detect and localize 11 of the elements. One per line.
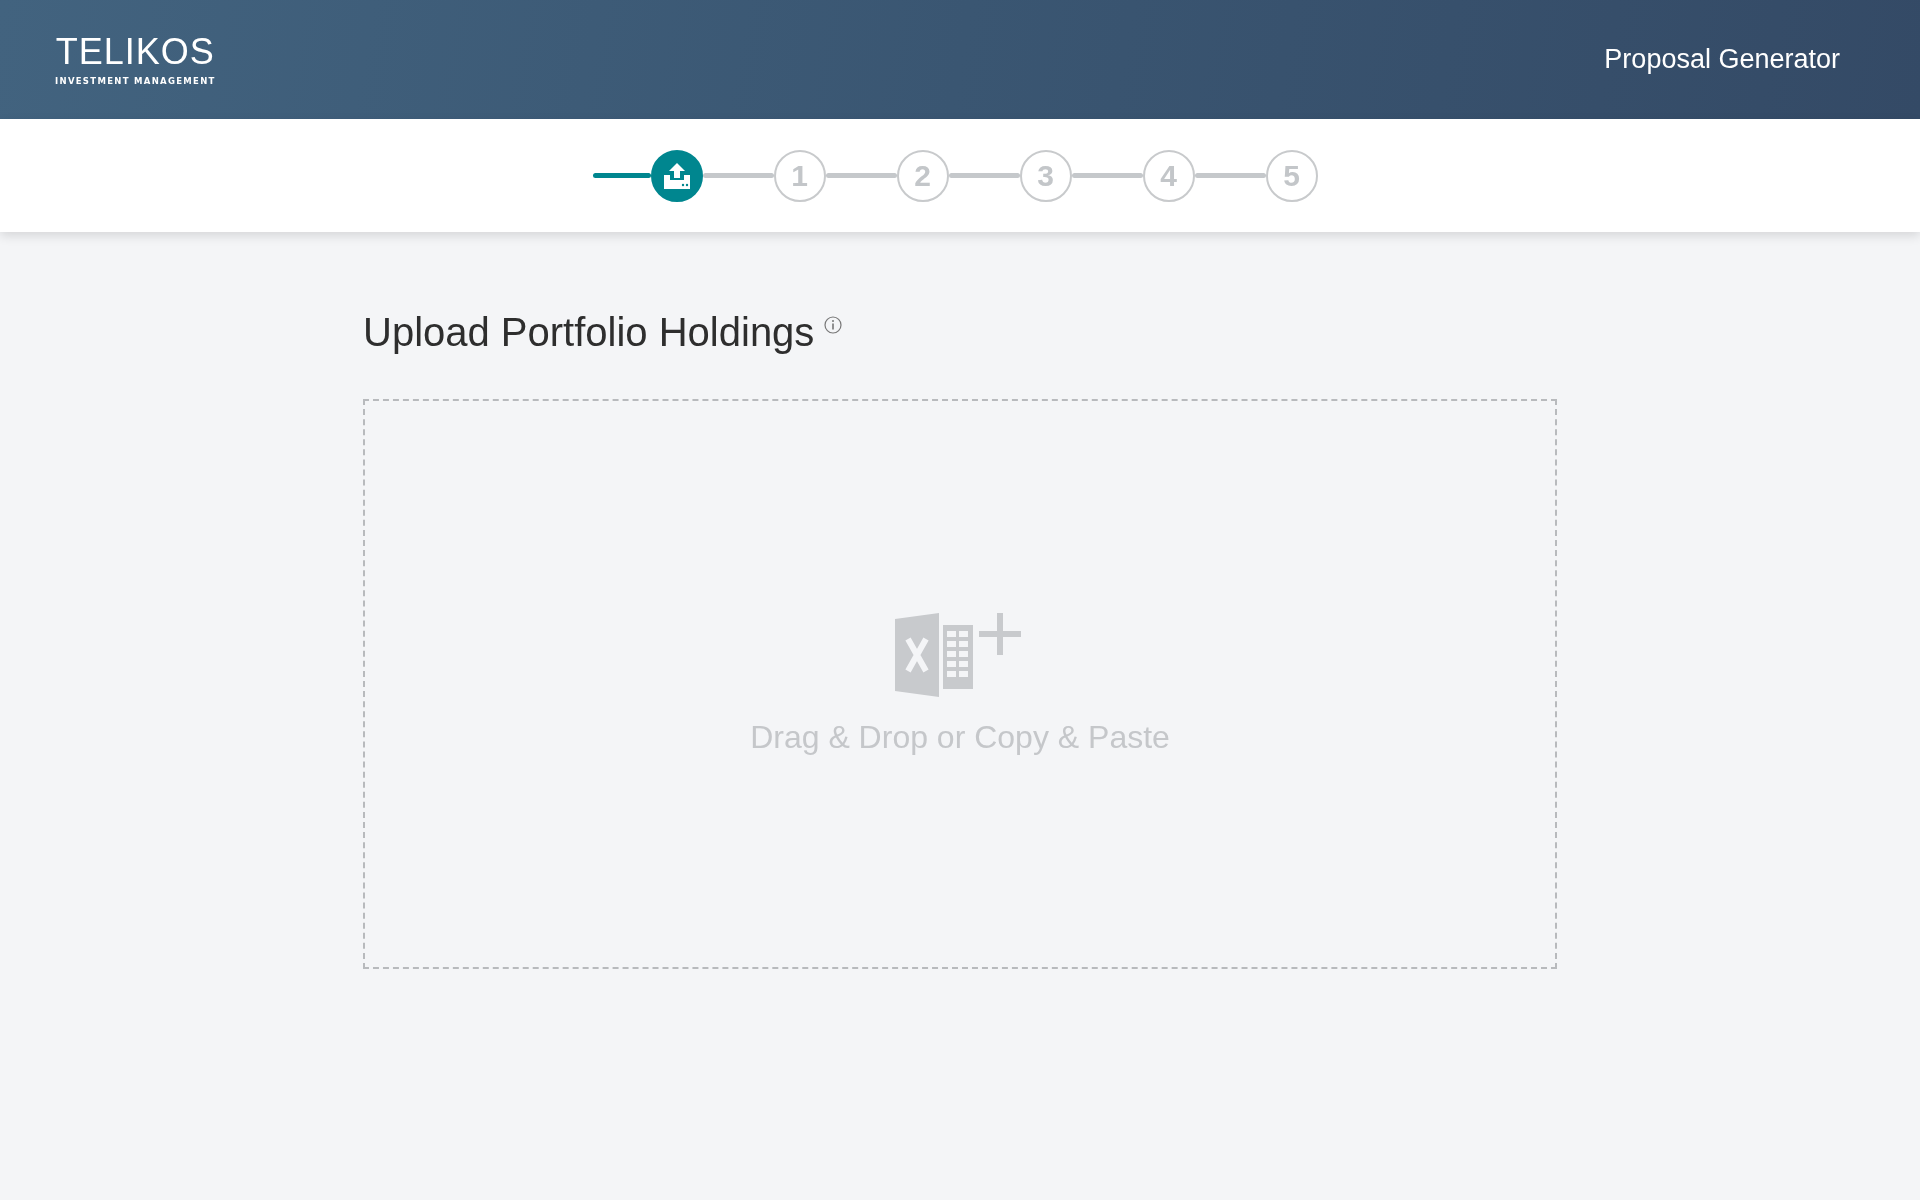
step-button[interactable]: 4	[1142, 149, 1195, 202]
logo-name: TELIKOS	[55, 33, 215, 70]
step-button[interactable]: 1	[773, 149, 826, 202]
upload-icon	[661, 161, 692, 190]
step-button[interactable]: 5	[1265, 149, 1318, 202]
app-title: Proposal Generator	[1604, 44, 1840, 75]
page-title: Upload Portfolio Holdings	[363, 310, 815, 355]
info-icon[interactable]	[824, 316, 843, 334]
step-button[interactable]: 3	[1019, 149, 1072, 202]
logo-tagline: INVESTMENT MANAGEMENT	[55, 75, 216, 86]
step-button[interactable]: 2	[896, 149, 949, 202]
